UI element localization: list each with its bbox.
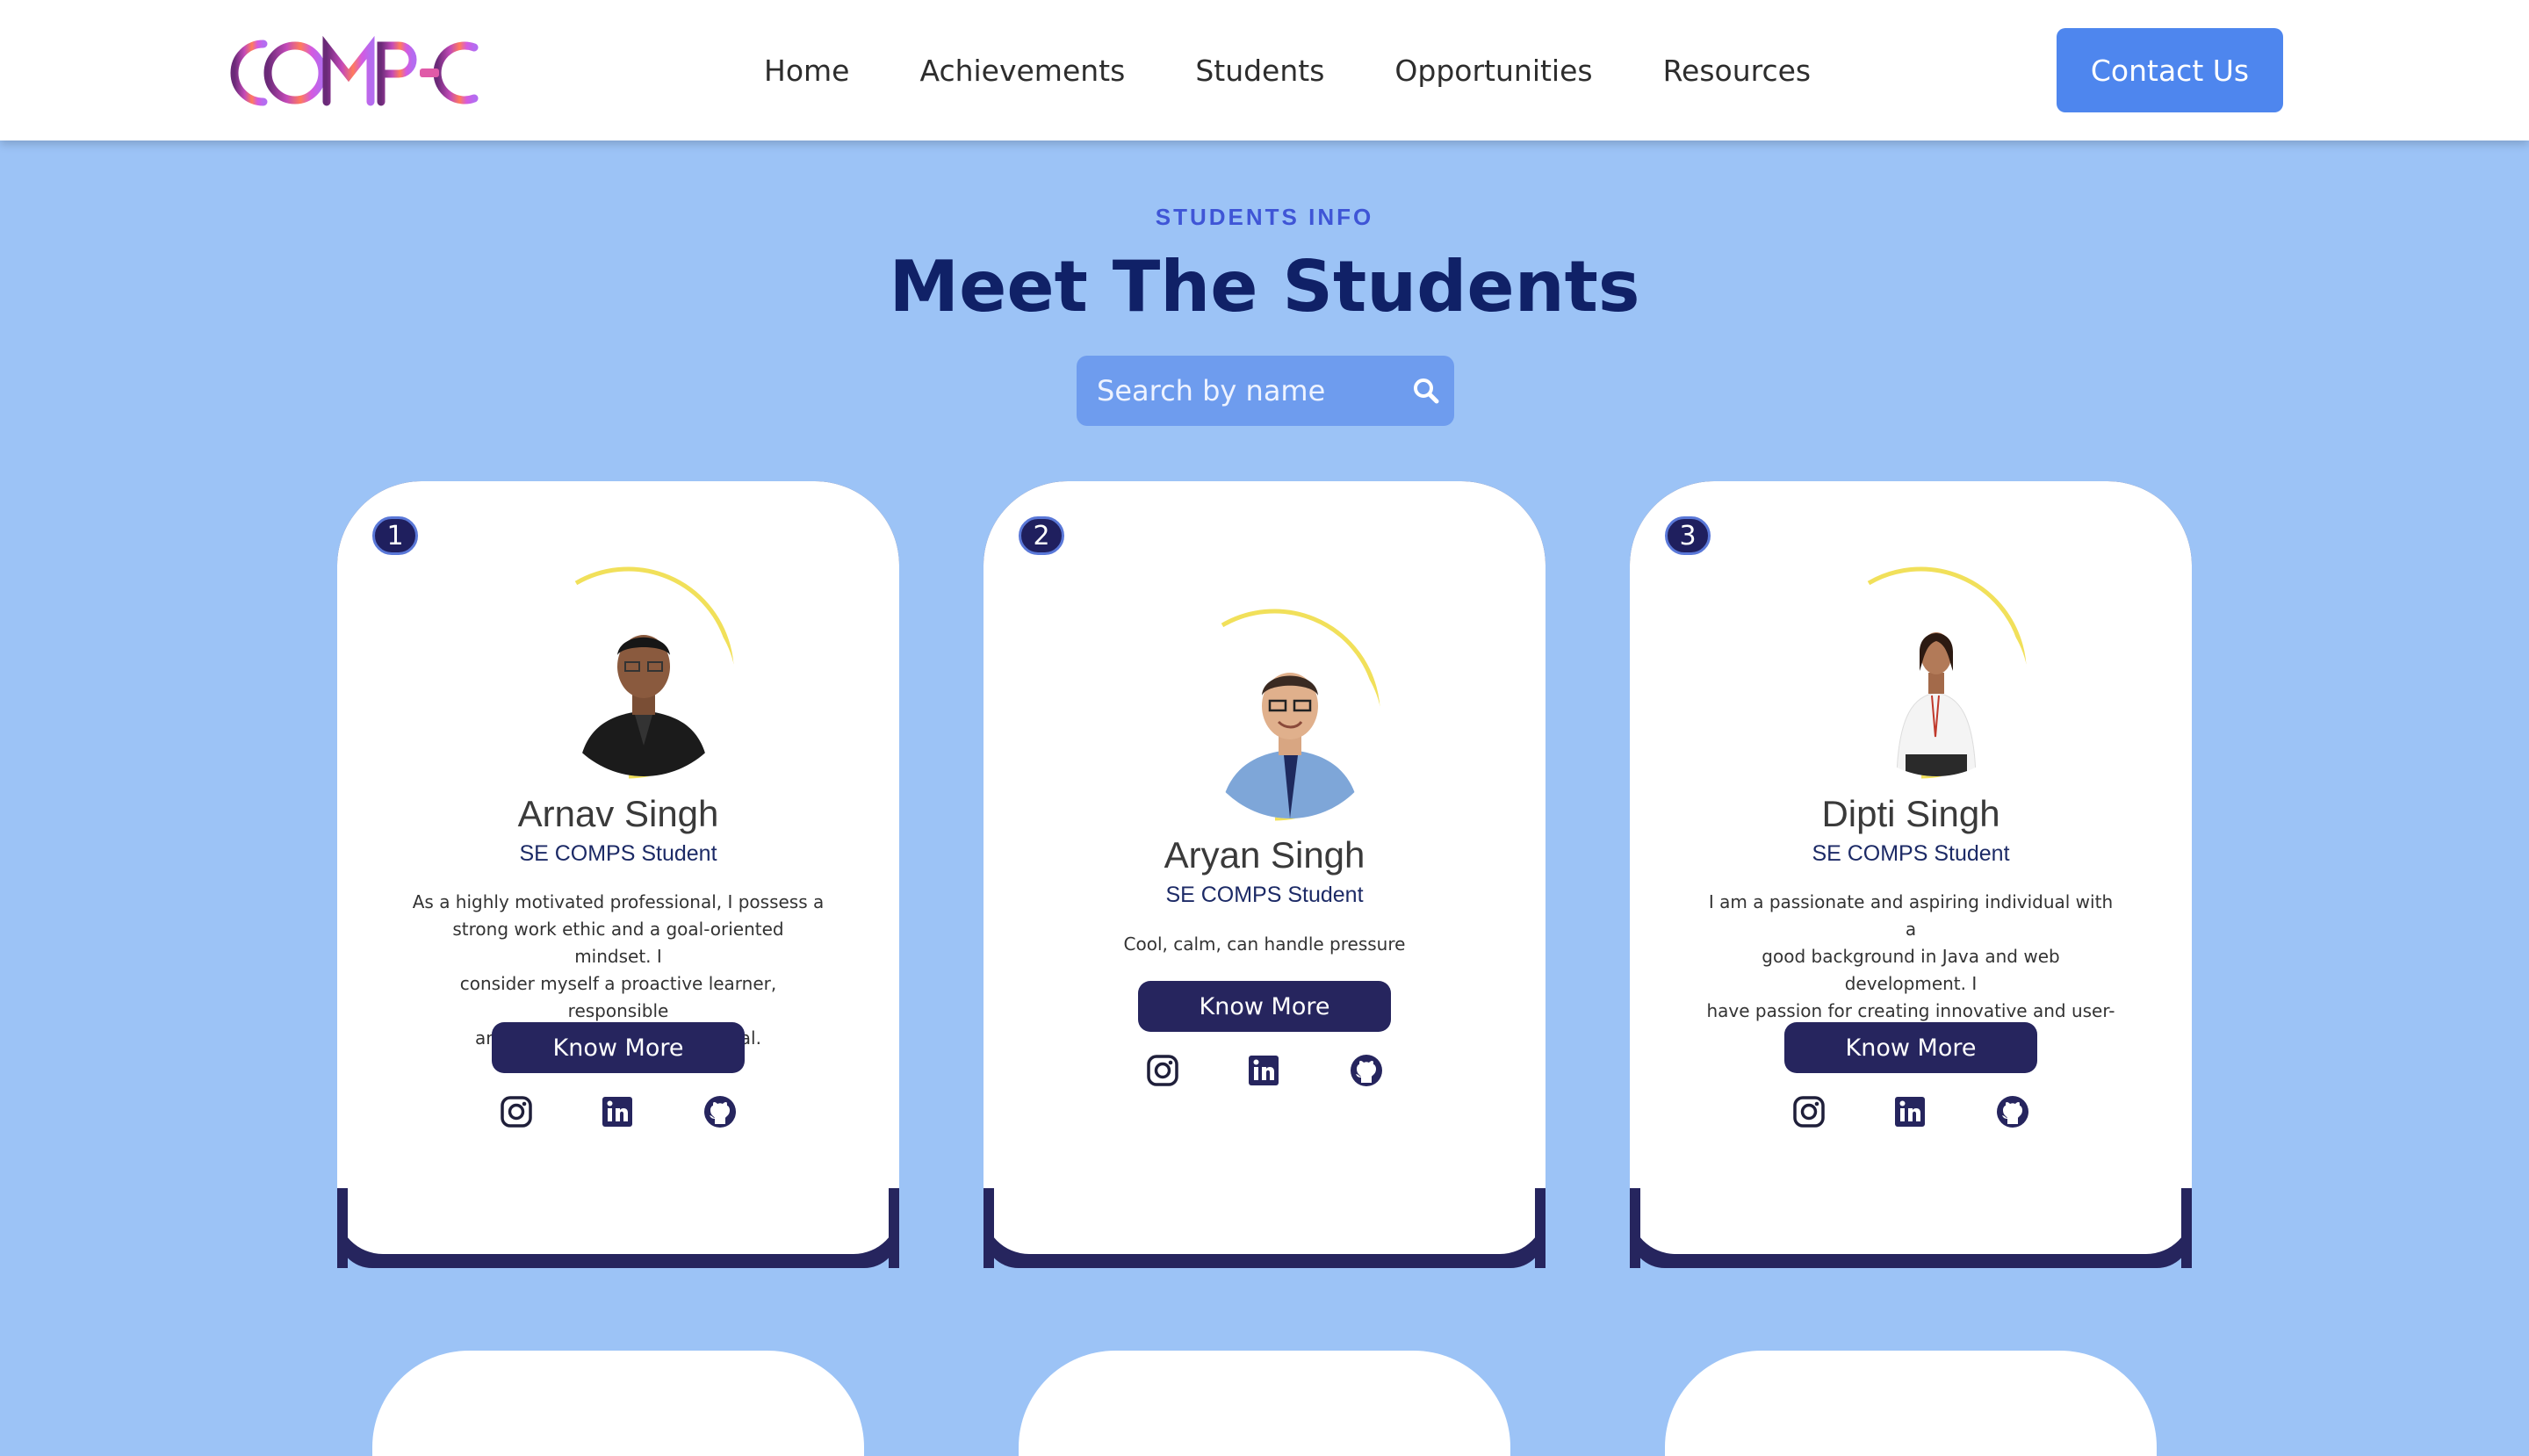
student-role: SE COMPS Student	[1165, 883, 1364, 907]
student-name: Dipti Singh	[1821, 793, 2000, 834]
student-card: 3 Dipti Singh SE COMPS Student I am a pa…	[1630, 481, 2192, 1268]
student-name: Aryan Singh	[1164, 834, 1365, 876]
description-line: good background in Java and web developm…	[1762, 946, 2060, 994]
description-line: Cool, calm, can handle pressure	[1123, 933, 1406, 955]
student-role: SE COMPS Student	[519, 841, 717, 866]
card-edge	[984, 1188, 994, 1268]
description-line: strong work ethic and a goal-oriented mi…	[452, 919, 784, 967]
description-line: I am a passionate and aspiring individua…	[1708, 891, 2114, 940]
nav-link-students[interactable]: Students	[1195, 54, 1324, 88]
page-title: Meet The Students	[889, 246, 1640, 328]
student-number-badge: 1	[372, 516, 418, 555]
card-edge	[889, 1188, 899, 1268]
nav-link-opportunities[interactable]: Opportunities	[1394, 54, 1592, 88]
description-line: have passion for creating innovative and…	[1706, 1000, 2115, 1021]
linkedin-icon[interactable]	[1892, 1094, 1927, 1129]
card-edge	[2181, 1188, 2192, 1268]
card-edge	[337, 1188, 348, 1268]
nav-link-home[interactable]: Home	[764, 54, 849, 88]
section-tag: STUDENTS INFO	[1155, 204, 1374, 230]
avatar	[1844, 592, 2028, 776]
student-card-body: 1 Arnav Singh SE COMPS Student As a high…	[337, 481, 899, 1254]
know-more-button[interactable]: Know More	[492, 1022, 745, 1073]
student-card: 2 Aryan Singh SE COMPS Student Cool, cal…	[984, 481, 1546, 1268]
instagram-icon[interactable]	[499, 1094, 534, 1129]
linkedin-icon[interactable]	[600, 1094, 635, 1129]
student-card: 1 Arnav Singh SE COMPS Student As a high…	[337, 481, 899, 1268]
linkedin-icon[interactable]	[1246, 1053, 1281, 1088]
nav-menu: Home Achievements Students Opportunities…	[764, 0, 1881, 141]
github-icon[interactable]	[1995, 1094, 2030, 1129]
nav-link-achievements[interactable]: Achievements	[919, 54, 1125, 88]
description-line: As a highly motivated professional, I po…	[412, 891, 825, 912]
student-card-next-row	[1019, 1351, 1510, 1456]
github-icon[interactable]	[1349, 1053, 1384, 1088]
card-edge	[1630, 1188, 1640, 1268]
description-line: consider myself a proactive learner, res…	[459, 973, 777, 1021]
card-edge	[1535, 1188, 1546, 1268]
student-card-next-row	[372, 1351, 864, 1456]
know-more-button[interactable]: Know More	[1138, 981, 1391, 1032]
social-links	[984, 1053, 1546, 1092]
student-description: Cool, calm, can handle pressure	[1058, 931, 1471, 958]
contact-us-button[interactable]: Contact Us	[2057, 28, 2283, 112]
avatar-wrap	[1187, 599, 1424, 827]
nav-link-resources[interactable]: Resources	[1663, 54, 1812, 88]
instagram-icon[interactable]	[1145, 1053, 1180, 1088]
search-box	[1077, 356, 1454, 426]
social-links	[337, 1094, 899, 1133]
avatar	[551, 592, 736, 776]
search-icon[interactable]	[1412, 377, 1440, 405]
instagram-icon[interactable]	[1791, 1094, 1826, 1129]
student-card-next-row	[1665, 1351, 2157, 1456]
student-card-body: 3 Dipti Singh SE COMPS Student I am a pa…	[1630, 481, 2192, 1254]
avatar	[1198, 634, 1382, 818]
student-number-badge: 3	[1665, 516, 1711, 555]
avatar-wrap	[1834, 557, 2071, 785]
avatar-wrap	[541, 557, 778, 785]
student-name: Arnav Singh	[517, 793, 719, 834]
student-role: SE COMPS Student	[1812, 841, 2010, 866]
github-icon[interactable]	[702, 1094, 738, 1129]
search-input[interactable]	[1077, 356, 1401, 426]
know-more-button[interactable]: Know More	[1784, 1022, 2037, 1073]
comp-c-logo[interactable]	[211, 33, 509, 112]
navbar: Home Achievements Students Opportunities…	[0, 0, 2529, 141]
student-number-badge: 2	[1019, 516, 1064, 555]
student-card-body: 2 Aryan Singh SE COMPS Student Cool, cal…	[984, 481, 1546, 1254]
social-links	[1630, 1094, 2192, 1133]
